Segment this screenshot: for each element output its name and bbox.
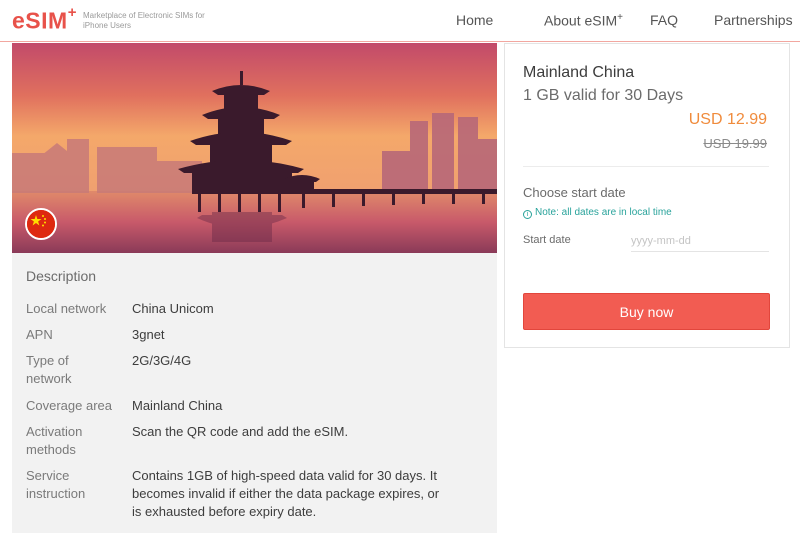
plan-details: 1 GB valid for 30 Days [523, 87, 684, 104]
local-network-value: China Unicom [132, 301, 214, 316]
coverage-area-value: Mainland China [132, 398, 223, 413]
china-flag-icon [25, 208, 57, 240]
coverage-area-label: Coverage area [26, 398, 112, 413]
local-time-note: i Note: all dates are in local time [523, 207, 672, 219]
network-type-label: Type of network [26, 353, 72, 386]
top-navigation-bar: eSIM+ Marketplace of Electronic SIMs for… [0, 0, 800, 42]
brand-tagline: Marketplace of Electronic SIMs for iPhon… [83, 11, 205, 30]
buy-now-button[interactable]: Buy now [523, 293, 770, 330]
activation-methods-label: Activation methods [26, 424, 83, 457]
network-type-value: 2G/3G/4G [132, 353, 192, 368]
activation-methods-value: Scan the QR code and add the eSIM. [132, 424, 349, 439]
apn-label: APN [26, 327, 53, 342]
start-date-input[interactable] [631, 230, 769, 252]
info-icon: i [523, 210, 532, 219]
divider [523, 166, 769, 167]
current-price: USD 12.99 [688, 111, 767, 128]
plan-description-section: Description Local network China Unicom A… [12, 253, 497, 533]
nav-home-link[interactable]: Home [456, 12, 493, 28]
choose-start-date-label: Choose start date [523, 185, 626, 200]
purchase-panel: Mainland China 1 GB valid for 30 Days US… [504, 43, 790, 348]
local-network-label: Local network [26, 301, 107, 316]
description-heading: Description [26, 268, 97, 284]
apn-value: 3gnet [132, 327, 165, 342]
nav-partnerships-link[interactable]: Partnerships [714, 12, 793, 28]
plan-region-title: Mainland China [523, 64, 635, 81]
service-instruction-label: Service instruction [26, 468, 86, 501]
service-instruction-value: Contains 1GB of high-speed data valid fo… [132, 468, 440, 519]
nav-about-esim-link[interactable]: About eSIM+ [544, 12, 623, 29]
destination-hero-image [12, 43, 497, 253]
start-date-label: Start date [523, 234, 571, 246]
pagoda-lake-sunset-image [12, 43, 497, 253]
esim-logo[interactable]: eSIM+ [12, 4, 77, 35]
nav-faq-link[interactable]: FAQ [650, 12, 678, 28]
original-price: USD 19.99 [703, 136, 767, 151]
